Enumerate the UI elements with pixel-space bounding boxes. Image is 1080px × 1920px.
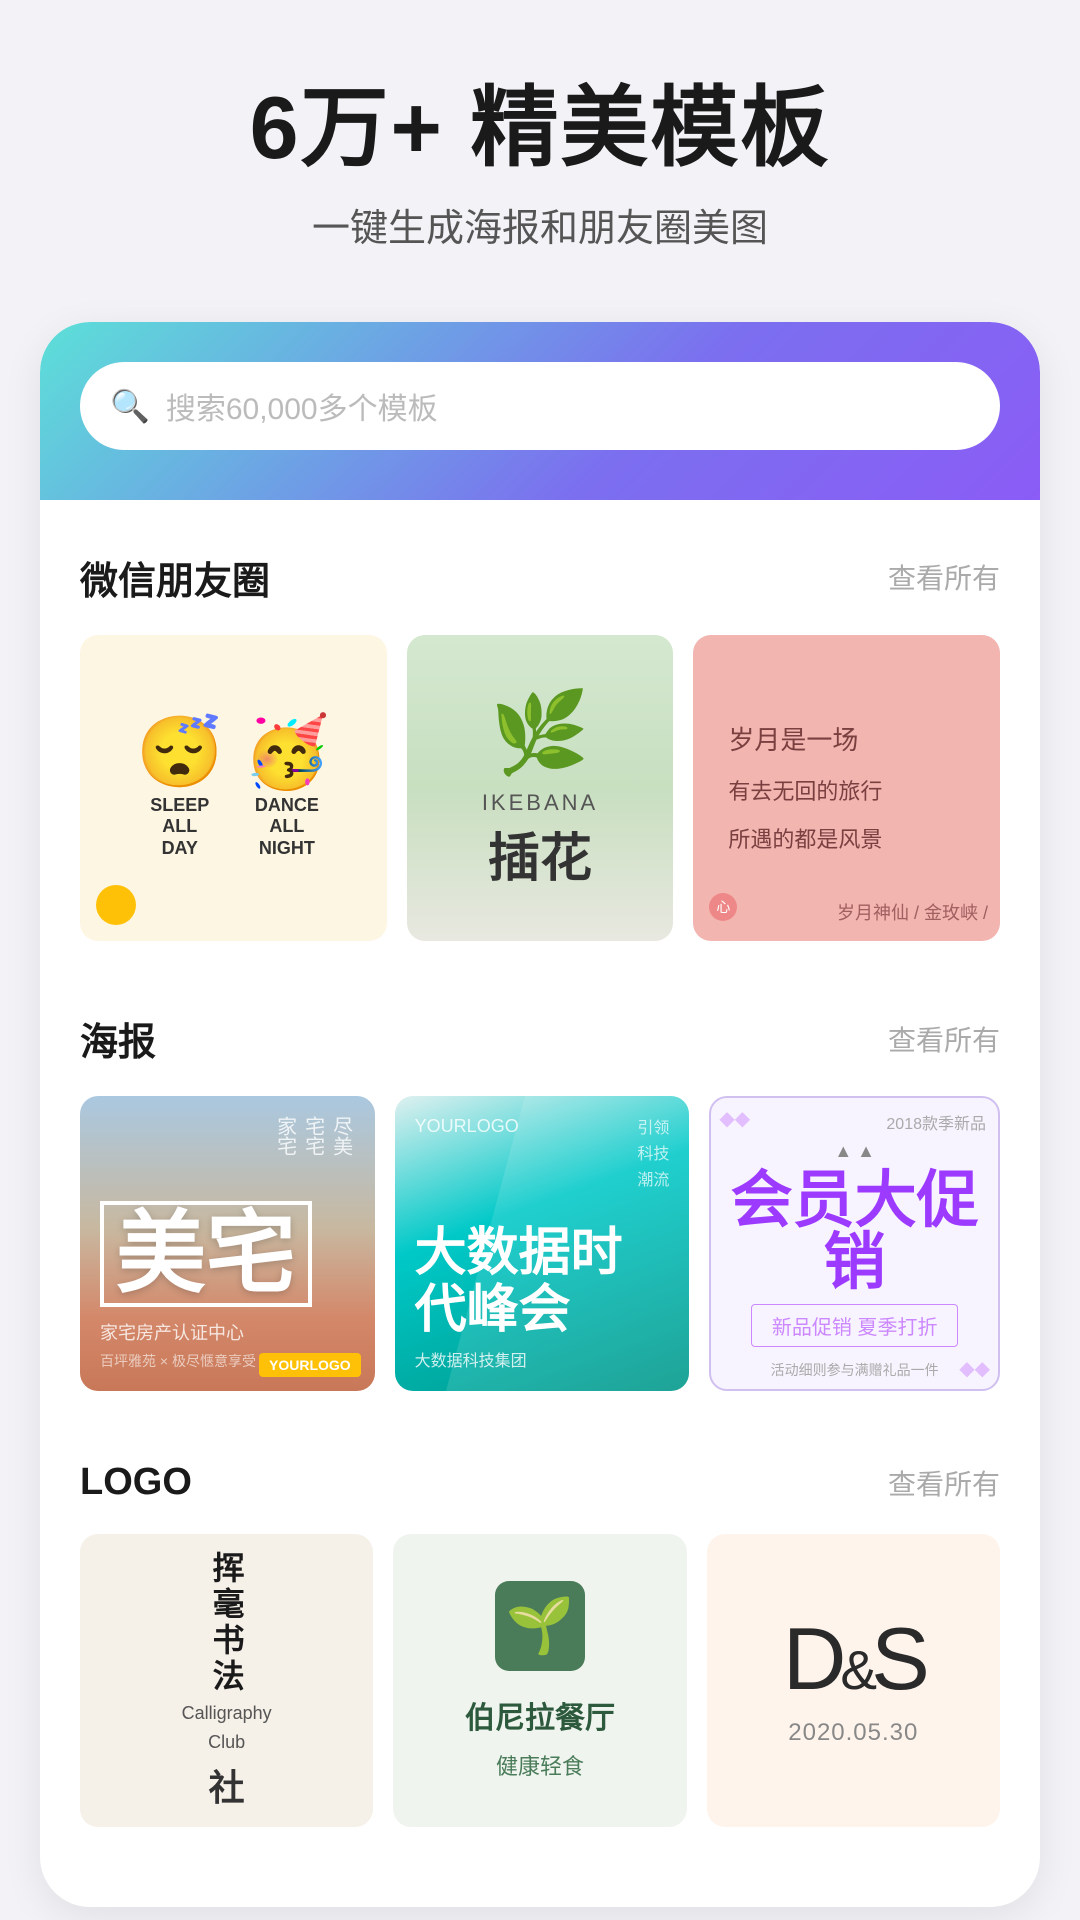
poem-line1: 岁月是一场 bbox=[728, 717, 965, 764]
sleep-text: SLEEPALLDAY bbox=[136, 795, 223, 860]
ds-letters: D&S bbox=[783, 1615, 924, 1703]
poster-member-big: 会员大促销 bbox=[727, 1170, 982, 1294]
hero-title: 6万+ 精美模板 bbox=[60, 80, 1020, 177]
dance-text: DANCEALLNIGHT bbox=[243, 795, 330, 860]
wechat-template-ikebana[interactable]: 🌿 IKEBANA 插花 bbox=[407, 635, 674, 942]
poster-template-member[interactable]: 2018款季新品 ▲ ▲ 会员大促销 新品促销 夏季打折 活动细则参与满赠礼品一… bbox=[709, 1096, 1000, 1391]
restaurant-leaf-icon: 🌱 bbox=[506, 1593, 574, 1658]
poster-vertical-text: 尽美宅宅家宅 bbox=[271, 1116, 355, 1156]
poster-bigdata-big: 大数据时代峰会 bbox=[415, 1225, 670, 1339]
calligraphy-en1: Calligraphy bbox=[182, 1701, 272, 1726]
card-header: 🔍 搜索60,000多个模板 bbox=[40, 322, 1040, 500]
calligraphy-social: 社 bbox=[209, 1759, 245, 1811]
logo-header: LOGO 查看所有 bbox=[80, 1461, 1000, 1504]
search-placeholder: 搜索60,000多个模板 bbox=[166, 384, 438, 428]
wechat-badge bbox=[96, 885, 136, 925]
calligraphy-en2: Club bbox=[208, 1732, 245, 1753]
app-card: 🔍 搜索60,000多个模板 微信朋友圈 查看所有 😴 SLEEPALLDAY … bbox=[40, 322, 1040, 1908]
poster-template-bigdata[interactable]: YOURLOGO 引领科技潮流 大数据时代峰会 大数据科技集团 bbox=[395, 1096, 690, 1391]
ikebana-image: 🌿 IKEBANA 插花 bbox=[407, 635, 674, 942]
wechat-section: 微信朋友圈 查看所有 😴 SLEEPALLDAY 🥳 DANCEALLNIGHT bbox=[40, 500, 1040, 962]
dance-icon: 🥳 bbox=[243, 717, 330, 787]
ikebana-leaves-icon: 🌿 bbox=[490, 686, 590, 780]
restaurant-sub: 健康轻食 bbox=[496, 1749, 584, 1781]
ikebana-cn-text: 插花 bbox=[488, 816, 592, 891]
ds-date: 2020.05.30 bbox=[788, 1719, 918, 1747]
search-bar[interactable]: 🔍 搜索60,000多个模板 bbox=[80, 362, 1000, 450]
poster-big-text: 美宅 bbox=[100, 1201, 312, 1307]
poster-member-label: ▲ ▲ bbox=[834, 1141, 875, 1162]
poster-bigdata-text: 大数据时代峰会 bbox=[415, 1225, 670, 1339]
logo-template-restaurant[interactable]: 🌱 伯尼拉餐厅 健康轻食 bbox=[393, 1534, 686, 1827]
sleep-dance-inner: 😴 SLEEPALLDAY 🥳 DANCEALLNIGHT bbox=[136, 717, 330, 860]
calligraphy-content: 挥毫书法 Calligraphy Club 社 bbox=[182, 1551, 272, 1811]
wechat-template-poem[interactable]: 岁月是一场 有去无回的旅行 所遇的都是风景 岁月神仙 / 金玫峡 / 心 bbox=[693, 635, 1000, 942]
poster-member-details: 活动细则参与满赠礼品一件 bbox=[711, 1359, 998, 1381]
ikebana-en-text: IKEBANA bbox=[482, 790, 598, 816]
poem-line3: 所遇的都是风景 bbox=[728, 820, 965, 860]
logo-view-all[interactable]: 查看所有 bbox=[888, 1463, 1000, 1503]
poster-section: 海报 查看所有 尽美宅宅家宅 美宅 家宅房产认证中心 百坪雅苑 × 极尽惬意享受… bbox=[40, 961, 1040, 1411]
logo-template-row: 挥毫书法 Calligraphy Club 社 🌱 伯尼拉餐厅 健康轻食 D&S bbox=[80, 1534, 1000, 1827]
dance-item: 🥳 DANCEALLNIGHT bbox=[243, 717, 330, 860]
wechat-view-all[interactable]: 查看所有 bbox=[888, 557, 1000, 597]
search-icon: 🔍 bbox=[110, 390, 150, 422]
poster-year-badge: 2018款季新品 bbox=[886, 1110, 986, 1134]
poster-header: 海报 查看所有 bbox=[80, 1011, 1000, 1066]
poem-author: 岁月神仙 / 金玫峡 / bbox=[837, 899, 988, 925]
poster-bottom: 美宅 家宅房产认证中心 百坪雅苑 × 极尽惬意享受 bbox=[100, 1201, 355, 1371]
poster-bigdata-sub: 大数据科技集团 bbox=[415, 1347, 670, 1371]
poster-deco-br: ◆◆ bbox=[959, 1356, 990, 1381]
wechat-template-row: 😴 SLEEPALLDAY 🥳 DANCEALLNIGHT 🌿 IKEBANA … bbox=[80, 635, 1000, 942]
wechat-section-title: 微信朋友圈 bbox=[80, 550, 270, 605]
poster-sub-text: 家宅房产认证中心 bbox=[100, 1319, 355, 1345]
poem-line2: 有去无回的旅行 bbox=[728, 772, 965, 812]
poster-template-row: 尽美宅宅家宅 美宅 家宅房产认证中心 百坪雅苑 × 极尽惬意享受 YOURLOG… bbox=[80, 1096, 1000, 1391]
sleep-icon: 😴 bbox=[136, 717, 223, 787]
poster-template-real-estate[interactable]: 尽美宅宅家宅 美宅 家宅房产认证中心 百坪雅苑 × 极尽惬意享受 YOURLOG… bbox=[80, 1096, 375, 1391]
restaurant-icon-bg: 🌱 bbox=[495, 1581, 585, 1671]
poster-logo-badge: YOURLOGO bbox=[259, 1353, 361, 1377]
poster-section-title: 海报 bbox=[80, 1011, 156, 1066]
sleep-item: 😴 SLEEPALLDAY bbox=[136, 717, 223, 860]
logo-template-calligraphy[interactable]: 挥毫书法 Calligraphy Club 社 bbox=[80, 1534, 373, 1827]
logo-template-ds[interactable]: D&S 2020.05.30 bbox=[707, 1534, 1000, 1827]
poster-member-sub: 新品促销 夏季打折 bbox=[751, 1304, 959, 1347]
poster-yourlogo: YOURLOGO bbox=[415, 1116, 519, 1137]
hero-subtitle: 一键生成海报和朋友圈美图 bbox=[60, 197, 1020, 252]
logo-section: LOGO 查看所有 挥毫书法 Calligraphy Club 社 🌱 伯尼拉餐… bbox=[40, 1411, 1040, 1847]
logo-section-title: LOGO bbox=[80, 1461, 192, 1504]
poem-badge: 心 bbox=[716, 897, 730, 917]
poster-deco-tl: ◆◆ bbox=[719, 1106, 750, 1131]
hero-section: 6万+ 精美模板 一键生成海报和朋友圈美图 bbox=[0, 0, 1080, 292]
poster-tag: 引领科技潮流 bbox=[637, 1116, 669, 1193]
calligraphy-cn: 挥毫书法 bbox=[211, 1551, 243, 1695]
wechat-template-sleep-dance[interactable]: 😴 SLEEPALLDAY 🥳 DANCEALLNIGHT bbox=[80, 635, 387, 942]
wechat-header: 微信朋友圈 查看所有 bbox=[80, 550, 1000, 605]
restaurant-name: 伯尼拉餐厅 bbox=[465, 1693, 615, 1737]
poster-view-all[interactable]: 查看所有 bbox=[888, 1019, 1000, 1059]
